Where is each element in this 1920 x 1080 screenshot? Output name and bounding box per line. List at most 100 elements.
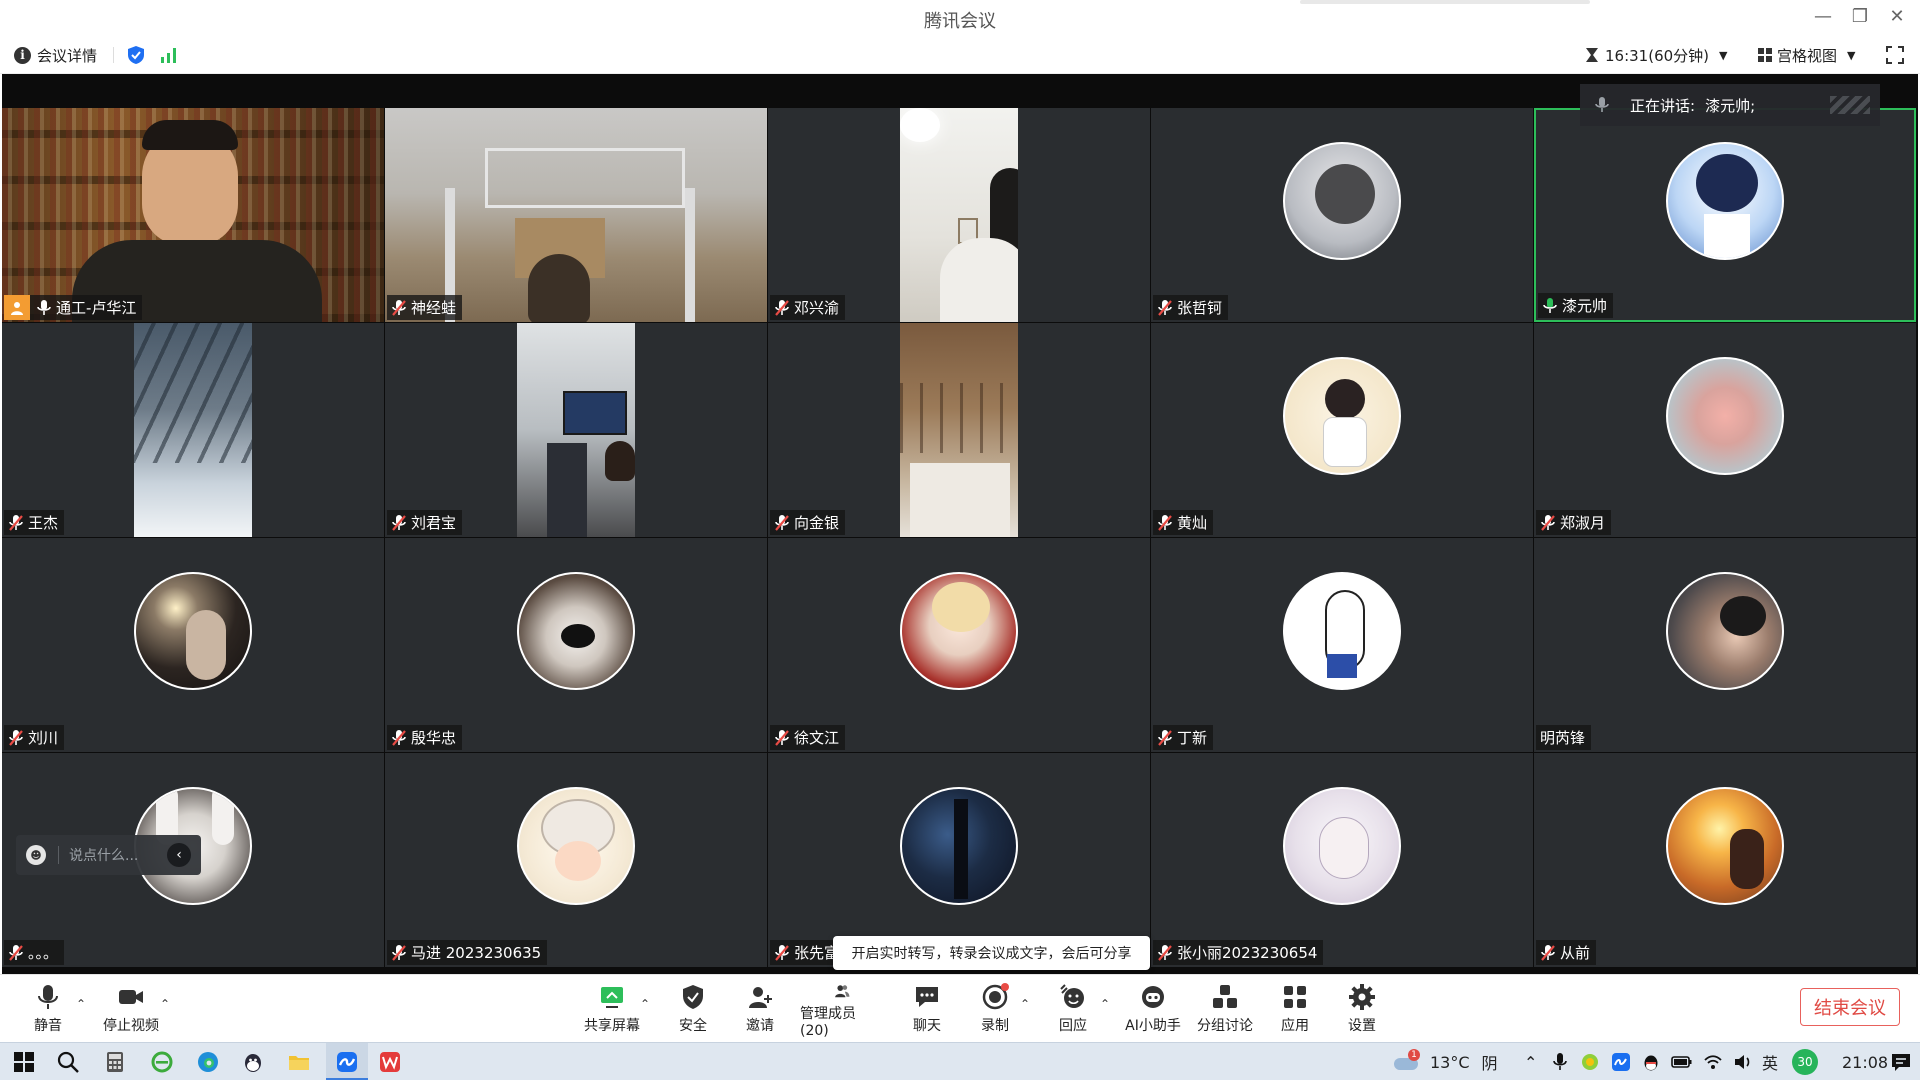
meeting-details-label: 会议详情 <box>37 46 98 65</box>
invite-button[interactable]: 邀请 <box>743 983 777 1039</box>
participant-tile[interactable]: 神经蛙 <box>385 108 767 322</box>
microphone-icon <box>38 985 58 1009</box>
person-head <box>528 254 590 322</box>
mic-muted-icon <box>392 514 406 531</box>
edge-browser-icon[interactable] <box>196 1050 220 1074</box>
ai-assistant-button[interactable]: AI小助手 <box>1125 983 1181 1039</box>
record-options-chevron-icon[interactable]: ⌃ <box>1020 997 1030 1011</box>
participant-name: 神经蛙 <box>411 299 457 317</box>
participant-name-tag: 刘川 <box>4 725 65 750</box>
mic-muted-icon <box>1158 514 1172 531</box>
weather-temperature: 13°C <box>1430 1052 1470 1072</box>
video-options-chevron-icon[interactable]: ⌃ <box>160 997 170 1011</box>
reactions-button[interactable]: 回应 <box>1056 983 1090 1039</box>
participant-tile-active-speaker[interactable]: 漆元帅 <box>1534 108 1916 322</box>
minimize-button[interactable]: — <box>1808 4 1838 30</box>
calculator-icon[interactable] <box>103 1050 127 1074</box>
participant-name-tag: 邓兴渝 <box>770 295 846 320</box>
share-screen-button[interactable]: 共享屏幕 <box>582 983 642 1039</box>
emoji-icon[interactable]: ☻ <box>26 845 46 865</box>
network-signal-button[interactable] <box>160 36 178 74</box>
participant-tile[interactable]: 邓兴渝 <box>768 108 1150 322</box>
video-camera-icon <box>119 990 143 1004</box>
windows-start-icon[interactable] <box>12 1050 36 1074</box>
participant-name: 从前 <box>1560 944 1591 962</box>
settings-label: 设置 <box>1348 1018 1376 1034</box>
participant-tile[interactable]: 张先富 <box>768 753 1150 967</box>
participant-name: 向金银 <box>794 514 840 532</box>
participant-tile[interactable]: 丁新 <box>1151 538 1533 752</box>
participant-name: 张哲钶 <box>1177 299 1223 317</box>
participant-name-tag: 马进 2023230635 <box>387 940 548 965</box>
tray-tencent-meeting-icon[interactable] <box>1611 1052 1631 1072</box>
taskbar-clock[interactable]: 21:08 <box>1842 1043 1888 1080</box>
breakout-rooms-button[interactable]: 分组讨论 <box>1197 983 1253 1039</box>
video-stage: 通工-卢华江 神经蛙 邓兴渝 张哲钶 漆元帅 王杰 刘君宝 向金银 黄灿 郑淑月… <box>2 74 1918 974</box>
end-meeting-button[interactable]: 结束会议 <box>1800 988 1900 1026</box>
participant-avatar <box>1666 142 1784 260</box>
share-screen-label: 共享屏幕 <box>584 1018 640 1034</box>
add-user-icon <box>749 987 772 1008</box>
reactions-options-chevron-icon[interactable]: ⌃ <box>1100 997 1110 1011</box>
participant-tile[interactable]: 黄灿 <box>1151 323 1533 537</box>
wifi-icon[interactable] <box>1703 1052 1723 1072</box>
tray-microphone-icon[interactable] <box>1550 1052 1570 1072</box>
bunk-bed-frame <box>485 148 685 208</box>
participant-name: 漆元帅 <box>1562 297 1608 315</box>
chat-button[interactable]: 聊天 <box>910 983 944 1039</box>
participant-tile[interactable]: 刘君宝 <box>385 323 767 537</box>
weather-widget[interactable]: 1 13°C 阴 <box>1392 1043 1498 1080</box>
file-explorer-icon[interactable] <box>287 1050 311 1074</box>
close-button[interactable]: ✕ <box>1882 4 1912 30</box>
participant-tile[interactable]: 徐文江 <box>768 538 1150 752</box>
participant-tile[interactable]: 殷华忠 <box>385 538 767 752</box>
participant-tile[interactable]: 张小丽2023230654 <box>1151 753 1533 967</box>
fullscreen-button[interactable] <box>1886 36 1904 74</box>
participant-tile[interactable]: 从前 <box>1534 753 1916 967</box>
volume-icon[interactable] <box>1733 1052 1753 1072</box>
participant-tile[interactable]: 刘川 <box>2 538 384 752</box>
share-options-chevron-icon[interactable]: ⌃ <box>640 997 650 1011</box>
mic-muted-icon <box>775 299 789 316</box>
ie-browser-icon[interactable] <box>150 1050 174 1074</box>
tray-qq-icon[interactable] <box>1641 1052 1661 1072</box>
qq-app-icon[interactable] <box>241 1050 265 1074</box>
record-button[interactable]: 录制 <box>978 983 1012 1039</box>
meeting-timer[interactable]: 16:31(60分钟) ▼ <box>1585 36 1728 74</box>
apps-button[interactable]: 应用 <box>1278 983 1312 1039</box>
manage-members-button[interactable]: 管理成员(20) <box>800 983 884 1039</box>
view-mode-button[interactable]: 宫格视图 ▼ <box>1757 36 1855 74</box>
meeting-details-button[interactable]: i 会议详情 <box>14 36 97 74</box>
chevron-left-icon[interactable]: ‹ <box>167 843 191 867</box>
mic-muted-icon <box>775 729 789 746</box>
tencent-meeting-taskbar-app[interactable] <box>326 1043 368 1080</box>
chevron-down-icon: ▼ <box>1847 48 1856 62</box>
chat-input-overlay[interactable]: ☻ 说点什么... ‹ <box>16 835 201 875</box>
tray-chevron-icon[interactable]: ⌃ <box>1524 1043 1537 1080</box>
stop-video-label: 停止视频 <box>103 1018 159 1034</box>
tray-app-icon[interactable] <box>1580 1052 1600 1072</box>
security-shield-button[interactable] <box>126 36 146 74</box>
participant-video <box>517 323 635 537</box>
search-icon[interactable] <box>56 1050 80 1074</box>
participant-tile[interactable]: 明芮锋 <box>1534 538 1916 752</box>
participant-tile[interactable]: 郑淑月 <box>1534 323 1916 537</box>
participant-tile[interactable]: 张哲钶 <box>1151 108 1533 322</box>
mute-button[interactable]: 静音 <box>28 983 68 1039</box>
wps-office-icon[interactable] <box>378 1050 402 1074</box>
participant-tile[interactable]: 向金银 <box>768 323 1150 537</box>
restore-button[interactable]: ❐ <box>1845 4 1875 30</box>
participant-tile[interactable]: 王杰 <box>2 323 384 537</box>
participant-tile[interactable]: 通工-卢华江 <box>2 108 384 322</box>
security-button[interactable]: 安全 <box>676 983 710 1039</box>
mic-muted-icon <box>9 729 23 746</box>
mute-options-chevron-icon[interactable]: ⌃ <box>76 997 86 1011</box>
battery-icon[interactable] <box>1671 1052 1693 1072</box>
settings-button[interactable]: 设置 <box>1345 983 1379 1039</box>
participant-name: 刘川 <box>28 729 59 747</box>
input-method-indicator[interactable]: 英 <box>1762 1043 1778 1080</box>
participant-tile[interactable]: 马进 2023230635 <box>385 753 767 967</box>
stop-video-button[interactable]: 停止视频 <box>100 983 162 1039</box>
notification-center-icon[interactable] <box>1890 1052 1912 1072</box>
security-app-tray-icon[interactable]: 30 <box>1792 1043 1818 1080</box>
